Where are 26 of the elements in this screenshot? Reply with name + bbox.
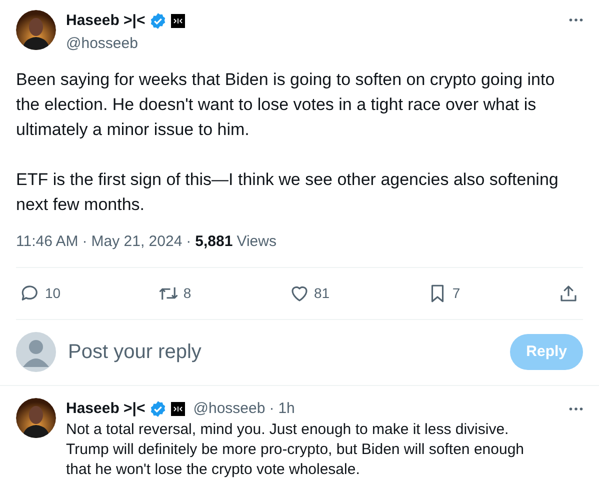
reply-age[interactable]: 1h — [278, 398, 295, 420]
author-name[interactable]: Haseeb >|< — [66, 10, 146, 32]
tweet-date[interactable]: May 21, 2024 — [91, 231, 182, 254]
action-count: 7 — [452, 284, 460, 302]
more-icon[interactable] — [569, 406, 583, 411]
affiliate-badge-icon — [171, 402, 186, 416]
tweet-text: ETF is the first sign of this—I think we see other agencies also softening next few months. — [16, 169, 560, 216]
share-icon[interactable] — [558, 282, 579, 304]
reply-input[interactable]: Post your reply — [68, 337, 510, 367]
action-count: 8 — [183, 284, 192, 302]
affiliate-badge-icon — [171, 14, 186, 28]
author-name[interactable]: Haseeb >|< — [66, 398, 146, 420]
author-handle[interactable]: @hosseeb — [193, 398, 266, 420]
action-count: 81 — [314, 284, 330, 302]
tweet-text: Been saying for weeks that Biden is going to soften on crypto going into the election. He doesn't want to lose votes in a tight race over what is ultimately a minor issue to him. — [16, 69, 556, 141]
action-count: 10 — [45, 284, 61, 302]
separator-dot: · — [186, 232, 192, 252]
reply-text: Not a total reversal, mind you. Just enough to make it less divisive. Trump will definitely be more pro-crypto, but Biden will soften enough that he won't lose the crypto vote wholesale. — [66, 420, 525, 480]
author-handle[interactable]: @hosseeb — [66, 32, 569, 55]
separator-dot: · — [269, 398, 274, 418]
more-icon[interactable] — [569, 18, 583, 22]
separator-dot: · — [82, 232, 88, 252]
view-count: 5,881 — [195, 232, 233, 252]
views-label: Views — [236, 232, 276, 252]
tweet-time[interactable]: 11:46 AM — [16, 231, 78, 254]
user-avatar-icon — [16, 332, 56, 372]
